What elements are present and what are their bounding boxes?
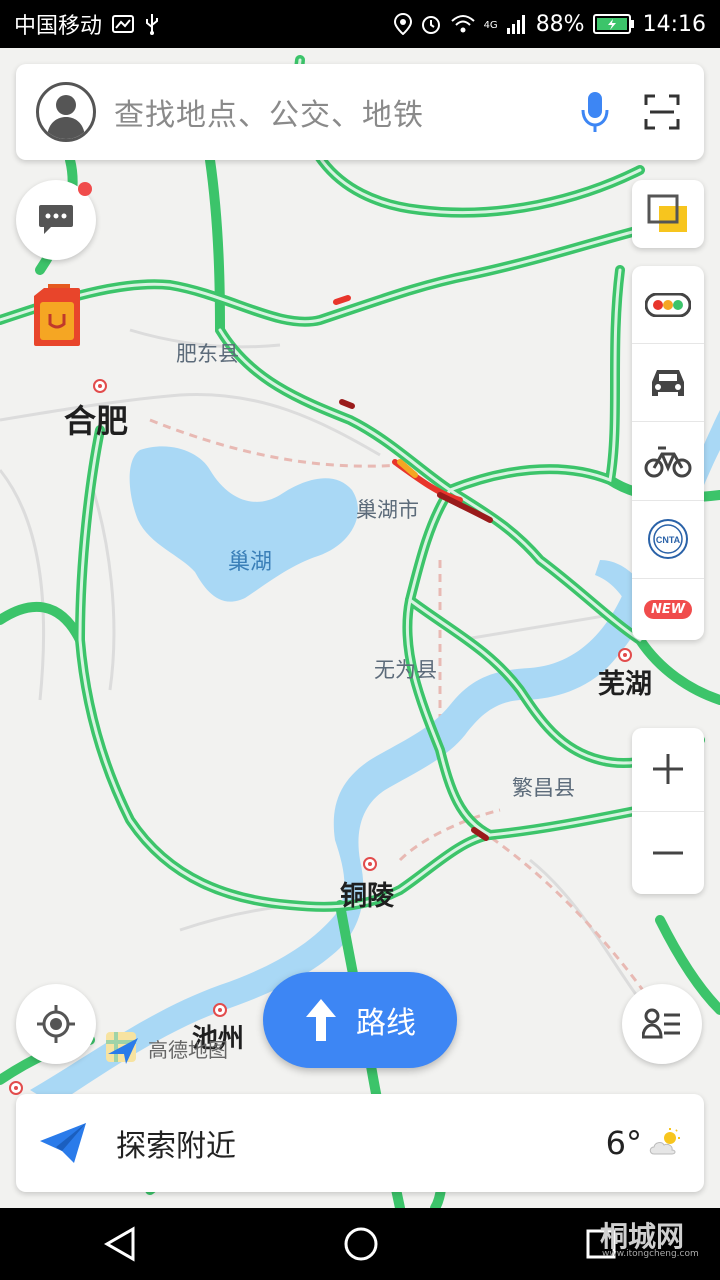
user-icon [47,95,85,139]
amap-logo-icon [106,1032,138,1064]
network-type: 4G [483,19,498,31]
new-feature-button[interactable]: NEW [632,579,704,640]
notification-icon [112,15,135,33]
car-icon [652,369,684,396]
zoom-controls [632,728,704,894]
bike-mode-button[interactable] [632,422,704,501]
map-label-feidong[interactable]: 肥东县 [176,338,239,368]
watermark: 桐城网 www.itongcheng.com [560,1215,699,1259]
attribution-text: 高德地图 [148,1037,228,1062]
map-label-wuhu[interactable]: 芜湖 [598,662,652,701]
cnta-logo-icon: CNTA [648,519,688,560]
status-bar: 中国移动 4G 88% 14:16 [0,0,720,48]
map-attribution: 高德地图 [104,1030,228,1066]
cnta-label: CNTA [656,535,681,545]
location-icon [393,13,412,35]
tourism-button[interactable]: CNTA [632,501,704,579]
watermark-url: www.itongcheng.com [602,1249,699,1259]
layers-button[interactable] [632,180,704,248]
map-label-chaohu-lake[interactable]: 巢湖 [228,544,272,576]
wifi-icon [450,15,475,33]
saved-routes-button[interactable] [622,984,702,1064]
explore-title: 探索附近 [116,1129,236,1164]
minus-icon [653,851,683,855]
avatar[interactable] [36,82,96,142]
route-button-label: 路线 [356,1006,416,1041]
traffic-light-icon [645,292,691,317]
home-icon[interactable] [343,1226,379,1262]
route-button[interactable]: 路线 [263,972,457,1068]
search-input[interactable]: 查找地点、公交、地铁 [114,90,424,134]
bicycle-icon [644,446,692,478]
layers-icon [647,194,687,232]
partly-cloudy-icon [649,1128,680,1155]
map-label-fanchang[interactable]: 繁昌县 [512,772,575,802]
arrow-up-icon [306,999,336,1041]
chat-bubble-icon [39,205,73,234]
back-icon[interactable] [103,1226,137,1262]
car-mode-button[interactable] [632,344,704,423]
map-label-wuwei[interactable]: 无为县 [374,654,437,684]
battery-icon [592,14,634,34]
new-badge: NEW [643,599,693,619]
traffic-toggle[interactable] [632,266,704,345]
map-label-hefei[interactable]: 合肥 [64,396,128,442]
temperature: 6° [605,1124,642,1162]
side-toolbar: CNTA NEW [632,266,704,640]
zoom-out-button[interactable] [632,812,704,895]
map-label-chaohu-city[interactable]: 巢湖市 [356,494,419,524]
microphone-icon[interactable] [580,90,610,134]
carrier-name: 中国移动 [14,14,103,39]
unread-dot [78,182,92,196]
fuel-can-icon[interactable] [30,282,82,348]
crosshair-icon [37,1005,75,1043]
battery-percent: 88% [535,11,585,37]
usb-icon [146,14,159,35]
map-label-tongling[interactable]: 铜陵 [340,874,394,913]
locate-button[interactable] [16,984,96,1064]
signal-icon [506,15,525,34]
explore-nearby-card[interactable]: 探索附近 6° [16,1094,704,1192]
plus-icon [653,754,683,785]
paper-plane-icon [40,1123,86,1163]
profile-list-icon [642,1008,680,1039]
alarm-icon [421,16,440,34]
search-bar[interactable]: 查找地点、公交、地铁 [16,64,704,160]
scan-icon[interactable] [644,94,680,130]
zoom-in-button[interactable] [632,728,704,812]
clock: 14:16 [642,11,706,37]
messages-button[interactable] [16,180,96,260]
